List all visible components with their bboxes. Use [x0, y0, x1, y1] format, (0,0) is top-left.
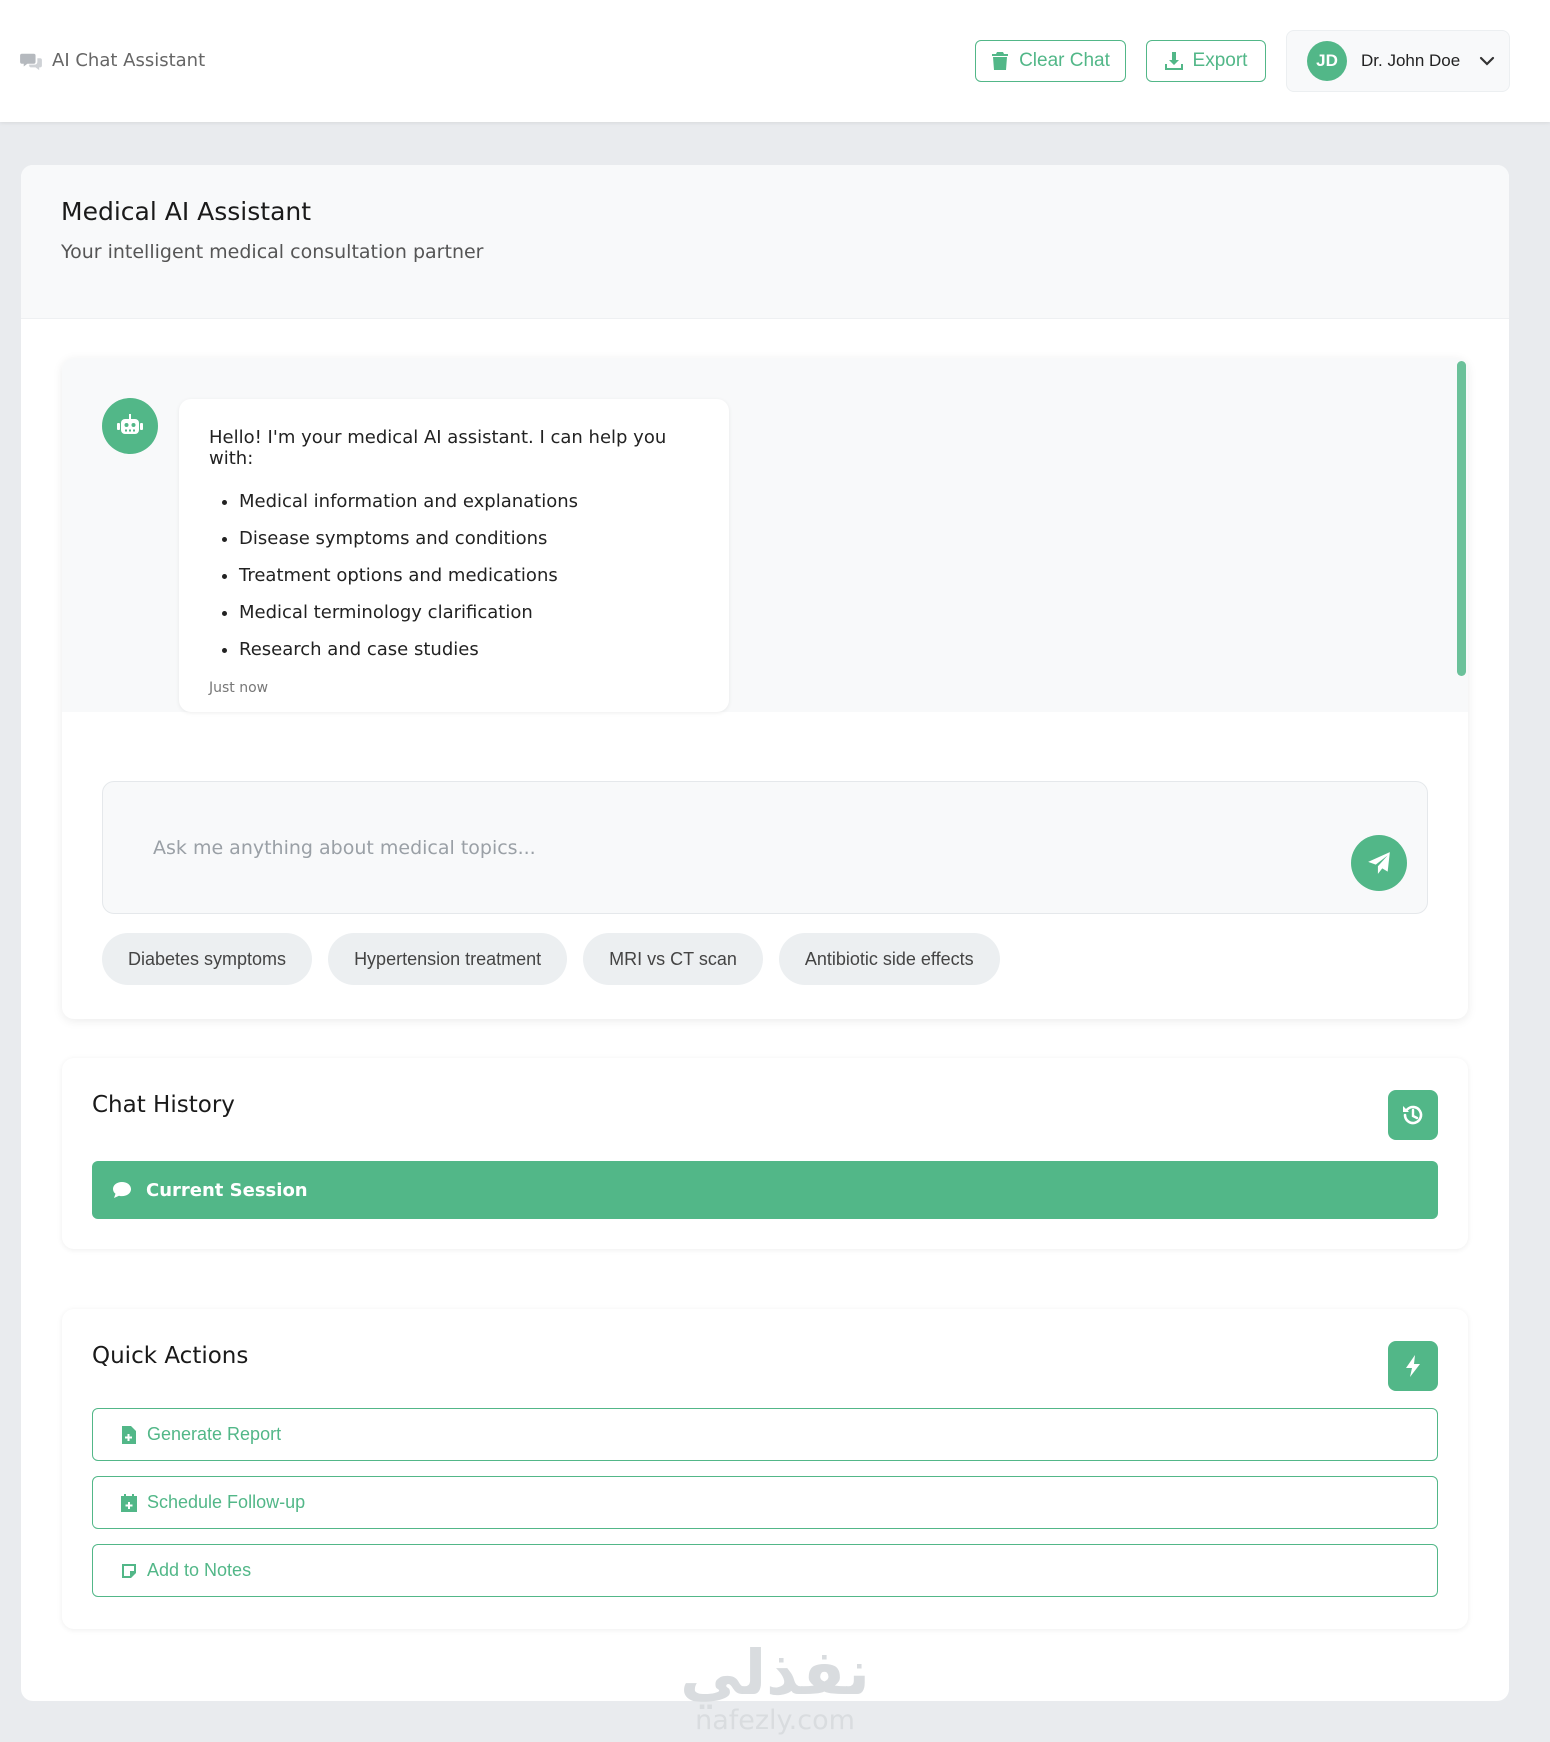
suggestion-chip[interactable]: Diabetes symptoms — [102, 933, 313, 985]
export-button[interactable]: Export — [1146, 40, 1266, 82]
bolt-icon — [1406, 1355, 1420, 1377]
user-name: Dr. John Doe — [1361, 51, 1461, 70]
message-intro: Hello! I'm your medical AI assistant. I … — [209, 427, 667, 469]
add-to-notes-label: Add to Notes — [147, 1560, 252, 1580]
download-icon — [1164, 52, 1183, 70]
list-item: Medical terminology clarification — [239, 594, 699, 631]
current-session-item[interactable]: Current Session — [92, 1161, 1438, 1219]
assistant-message: Hello! I'm your medical AI assistant. I … — [179, 399, 729, 712]
avatar: JD — [1307, 41, 1347, 81]
main-container: Medical AI Assistant Your intelligent me… — [21, 165, 1509, 1701]
generate-report-label: Generate Report — [147, 1424, 282, 1444]
chat-history-panel: Chat History Current Session — [62, 1058, 1468, 1249]
file-medical-icon — [122, 1425, 136, 1444]
comments-icon — [20, 53, 42, 70]
top-bar: AI Chat Assistant Clear Chat Export JD D… — [0, 0, 1550, 122]
list-item: Research and case studies — [239, 631, 699, 668]
messages-scrollbar[interactable] — [1457, 361, 1466, 676]
history-button[interactable] — [1388, 1090, 1438, 1140]
page-title: Medical AI Assistant — [61, 197, 312, 226]
watermark-arabic: نفذلي — [680, 1636, 870, 1709]
paper-plane-icon — [1368, 852, 1390, 874]
chat-card: Hello! I'm your medical AI assistant. I … — [62, 358, 1468, 1019]
list-item: Disease symptoms and conditions — [239, 520, 699, 557]
capability-list: Medical information and explanations Dis… — [209, 483, 699, 668]
sticky-note-icon — [122, 1563, 136, 1578]
chat-history-title: Chat History — [92, 1092, 235, 1118]
history-icon — [1403, 1105, 1423, 1125]
page-subtitle: Your intelligent medical consultation pa… — [61, 241, 484, 263]
add-to-notes-button[interactable]: Add to Notes — [92, 1544, 1438, 1597]
quick-actions-panel: Quick Actions Generate Report Schedule F… — [62, 1309, 1468, 1629]
comment-icon — [113, 1182, 131, 1198]
robot-icon — [117, 414, 143, 434]
message-input-box — [102, 781, 1428, 914]
watermark: نفذلي nafezly.com — [680, 1640, 870, 1736]
generate-report-button[interactable]: Generate Report — [92, 1408, 1438, 1461]
trash-icon — [992, 52, 1009, 70]
list-item: Treatment options and medications — [239, 557, 699, 594]
suggestion-chips: Diabetes symptoms Hypertension treatment… — [102, 933, 1000, 985]
clear-chat-button[interactable]: Clear Chat — [975, 40, 1126, 82]
calendar-plus-icon — [121, 1493, 137, 1512]
suggestion-chip[interactable]: MRI vs CT scan — [583, 933, 763, 985]
page-header: Medical AI Assistant Your intelligent me… — [21, 165, 1509, 319]
schedule-follow-up-button[interactable]: Schedule Follow-up — [92, 1476, 1438, 1529]
suggestion-chip[interactable]: Hypertension treatment — [328, 933, 568, 985]
schedule-follow-up-label: Schedule Follow-up — [147, 1492, 306, 1512]
send-button[interactable] — [1351, 835, 1407, 891]
clear-chat-label: Clear Chat — [1019, 50, 1110, 71]
app-brand: AI Chat Assistant — [20, 50, 205, 71]
quick-actions-button[interactable] — [1388, 1341, 1438, 1391]
quick-actions-title: Quick Actions — [92, 1343, 249, 1369]
current-session-label: Current Session — [146, 1179, 308, 1201]
suggestion-chip[interactable]: Antibiotic side effects — [778, 933, 1000, 985]
app-title: AI Chat Assistant — [52, 50, 206, 71]
message-timestamp: Just now — [209, 680, 269, 696]
messages-area[interactable]: Hello! I'm your medical AI assistant. I … — [62, 358, 1468, 712]
bot-avatar — [102, 398, 158, 454]
export-label: Export — [1192, 50, 1248, 71]
chevron-down-icon — [1480, 56, 1495, 66]
message-input[interactable] — [153, 832, 1253, 864]
user-menu[interactable]: JD Dr. John Doe — [1286, 30, 1510, 92]
list-item: Medical information and explanations — [239, 483, 699, 520]
watermark-latin: nafezly.com — [695, 1705, 855, 1736]
